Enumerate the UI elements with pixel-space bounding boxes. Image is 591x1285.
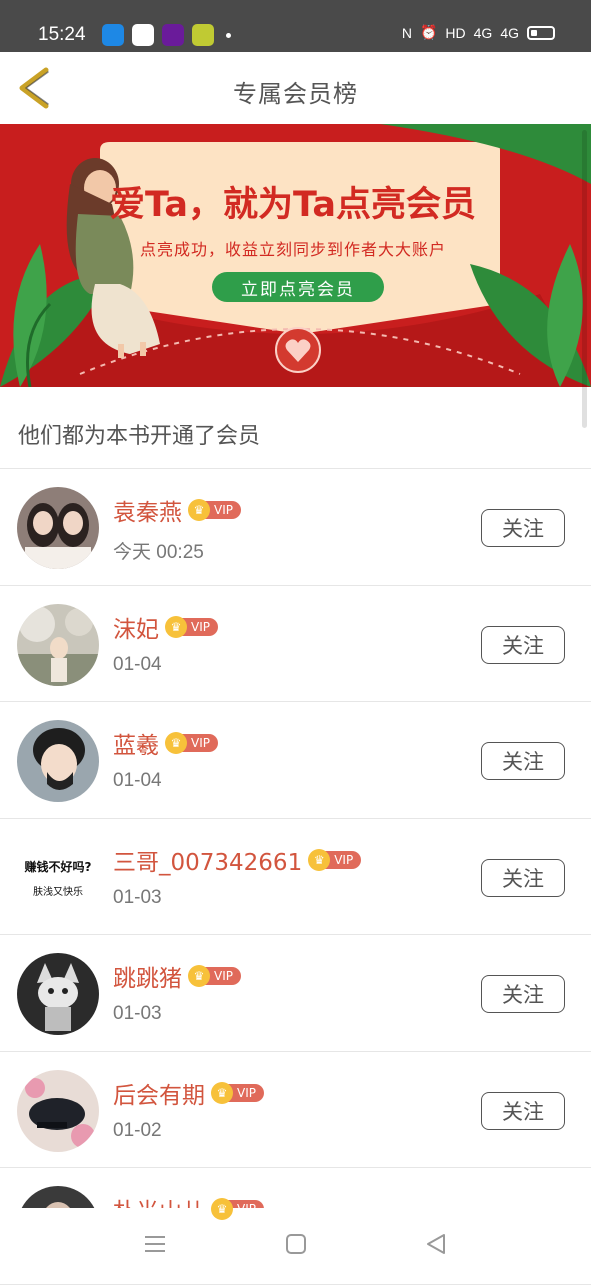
crown-icon: ♛ [165, 615, 187, 638]
name-line: 后会有期 ♛ VIP [113, 1076, 264, 1110]
member-row[interactable]: 赚钱不好吗? 肤浅又快乐 三哥_007342661 ♛ VIP 01-03 关注 [0, 819, 591, 935]
scrollbar[interactable] [582, 130, 587, 428]
member-date: 01-04 [113, 653, 162, 675]
member-row[interactable]: 蓝羲 ♛ VIP 01-04 关注 [0, 702, 591, 819]
app-icon-video [132, 24, 154, 46]
crown-icon: ♛ [188, 965, 210, 987]
follow-button[interactable]: 关注 [481, 858, 565, 897]
vip-badge: ♛ VIP [165, 732, 218, 754]
member-name[interactable]: 袁秦燕 [113, 493, 182, 527]
avatar[interactable] [17, 1069, 99, 1152]
follow-button[interactable]: 关注 [481, 742, 565, 780]
app-icon-browser [102, 24, 124, 46]
vip-badge: ♛ VIP [165, 615, 218, 638]
avatar-image [17, 603, 99, 686]
member-date: 01-03 [113, 886, 162, 908]
member-row[interactable]: 沫妃 ♛ VIP 01-04 关注 [0, 586, 591, 702]
avatar[interactable] [17, 603, 99, 686]
app-icon-media [162, 24, 184, 46]
nfc-icon: N [401, 24, 412, 41]
status-bar: 15:24 N ⏰ HD 4G 4G [0, 0, 591, 52]
vip-badge: ♛ VIP [188, 965, 241, 987]
avatar[interactable]: 赚钱不好吗? 肤浅又快乐 [17, 836, 99, 919]
member-name[interactable]: 蓝羲 [113, 726, 159, 760]
signal-icon-2: 4G [500, 24, 519, 41]
avatar[interactable] [17, 487, 99, 569]
banner-headline: 爱Ta，就为Ta点亮会员 [110, 185, 476, 225]
name-line: 沫妃 ♛ VIP [113, 610, 218, 644]
crown-icon: ♛ [211, 1198, 233, 1220]
member-name[interactable]: 跳跳猪 [113, 959, 182, 993]
system-nav-bar [0, 1208, 591, 1280]
alarm-icon: ⏰ [419, 24, 438, 40]
back-triangle-icon[interactable] [424, 1232, 448, 1256]
status-app-icons [102, 24, 231, 46]
avatar-text-line-1: 赚钱不好吗? [24, 859, 92, 874]
menu-icon[interactable] [143, 1232, 167, 1256]
status-time: 15:24 [38, 24, 86, 45]
network-label: HD [445, 24, 466, 41]
section-title: 他们都为本书开通了会员 [18, 424, 261, 449]
app-icon-music [192, 24, 214, 46]
status-indicators: N ⏰ HD 4G 4G [402, 24, 555, 41]
follow-button[interactable]: 关注 [481, 1091, 565, 1130]
member-date: 01-04 [113, 770, 162, 791]
name-line: 跳跳猪 ♛ VIP [113, 959, 241, 993]
avatar[interactable] [17, 953, 99, 1035]
banner-subline: 点亮成功，收益立刻同步到作者大大账户 [140, 240, 447, 259]
member-list: 袁秦燕 ♛ VIP 今天 00:25 关注 沫妃 ♛ VIP 01-04 关注 … [0, 469, 591, 1285]
member-row[interactable]: 袁秦燕 ♛ VIP 今天 00:25 关注 [0, 469, 591, 586]
avatar-image [17, 720, 99, 802]
member-name[interactable]: 后会有期 [113, 1076, 205, 1110]
name-line: 袁秦燕 ♛ VIP [113, 493, 241, 527]
avatar-text-line-2: 肤浅又快乐 [33, 886, 83, 898]
vip-badge: ♛ VIP [211, 1081, 264, 1104]
name-line: 蓝羲 ♛ VIP [113, 726, 218, 760]
avatar-image [17, 953, 99, 1035]
banner-cta-button[interactable]: 立即点亮会员 [212, 272, 384, 302]
vip-badge: ♛ VIP [188, 499, 241, 521]
member-name[interactable]: 三哥_007342661 [113, 843, 302, 877]
follow-button[interactable]: 关注 [481, 509, 565, 547]
crown-icon: ♛ [211, 1081, 233, 1104]
member-row[interactable]: 跳跳猪 ♛ VIP 01-03 关注 [0, 935, 591, 1052]
name-line: 三哥_007342661 ♛ VIP [113, 843, 362, 877]
nav-bar: 专属会员榜 [0, 52, 591, 124]
follow-button[interactable]: 关注 [481, 625, 565, 664]
member-date: 01-02 [113, 1119, 162, 1141]
notification-dot-icon [226, 32, 231, 38]
crown-icon: ♛ [308, 848, 331, 871]
vip-badge: ♛ VIP [308, 848, 362, 871]
avatar-image [17, 487, 99, 569]
avatar-image [17, 1069, 99, 1152]
avatar[interactable] [17, 720, 99, 802]
member-name[interactable]: 沫妃 [113, 610, 159, 644]
crown-icon: ♛ [165, 732, 187, 754]
battery-icon [527, 25, 555, 40]
member-date: 01-03 [113, 1003, 162, 1024]
page-title: 专属会员榜 [233, 80, 358, 108]
member-row[interactable]: 后会有期 ♛ VIP 01-02 关注 [0, 1052, 591, 1168]
member-date: 今天 00:25 [113, 542, 204, 563]
follow-button[interactable]: 关注 [481, 975, 565, 1013]
signal-icon: 4G [473, 24, 493, 41]
promo-banner[interactable]: 爱Ta，就为Ta点亮会员 点亮成功，收益立刻同步到作者大大账户 立即点亮会员 [0, 124, 591, 387]
home-icon[interactable] [284, 1232, 308, 1256]
crown-icon: ♛ [188, 499, 210, 521]
